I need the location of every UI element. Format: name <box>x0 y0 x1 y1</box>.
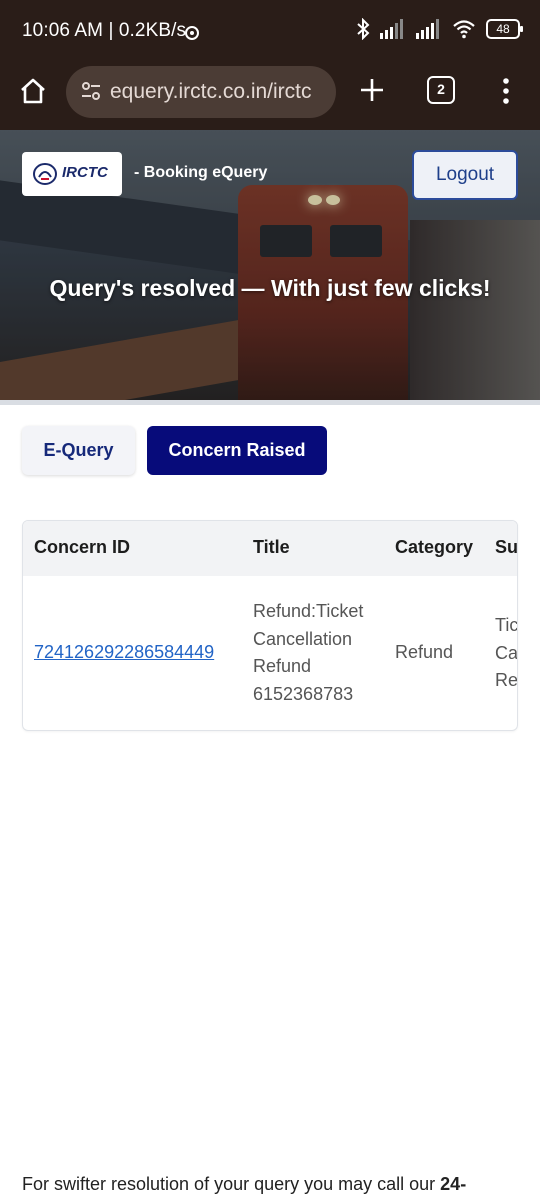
footer-text: For swifter resolution of your query you… <box>22 1174 441 1194</box>
subcategory-line: Ca <box>495 642 518 663</box>
hero-banner: IRCTC - Booking eQuery Logout Query's re… <box>0 130 540 400</box>
wifi-icon <box>453 20 475 39</box>
title-line: Refund <box>253 656 312 676</box>
battery-icon: 48 <box>486 19 523 39</box>
concern-table: Concern ID Title Category Su 72412629228… <box>22 520 518 731</box>
hero-tagline: Query's resolved — With just few clicks! <box>49 275 491 301</box>
home-icon[interactable] <box>18 76 48 106</box>
column-header-category: Category <box>395 537 474 557</box>
status-bar: 10:06 AM | 0.2KB/s 48 <box>0 0 540 64</box>
logout-button[interactable]: Logout <box>412 150 518 200</box>
address-bar[interactable]: equery.irctc.co.in/irctc <box>66 66 336 118</box>
title-cell: Refund:Ticket Cancellation Refund 615236… <box>253 598 363 708</box>
subcategory-cell: Tic Ca Re <box>495 612 518 695</box>
logo-text: IRCTC <box>62 164 108 181</box>
chat-notification-icon <box>185 26 199 40</box>
title-line: Cancellation <box>253 628 353 649</box>
footer-bold-text: 24- <box>440 1174 467 1194</box>
table-header: Concern ID Title Category Su <box>23 521 518 576</box>
signal-icon <box>380 19 403 39</box>
status-icons: 48 <box>356 18 523 40</box>
browser-toolbar: equery.irctc.co.in/irctc 2 <box>0 64 540 130</box>
column-header-title: Title <box>253 537 290 557</box>
irctc-logo-icon <box>33 163 57 185</box>
tab-concern-raised[interactable]: Concern Raised <box>147 426 327 475</box>
column-header-subcategory: Su <box>495 537 518 557</box>
concern-id-link[interactable]: 724126292286584449 <box>34 639 214 667</box>
bluetooth-icon <box>357 18 370 40</box>
irctc-logo[interactable]: IRCTC <box>22 152 122 196</box>
divider <box>0 400 540 405</box>
site-settings-icon[interactable] <box>80 80 102 102</box>
plus-icon[interactable] <box>358 76 386 104</box>
footer-helpline-text: For swifter resolution of your query you… <box>22 1174 466 1195</box>
title-line: 6152368783 <box>253 683 354 704</box>
more-vert-icon[interactable] <box>496 76 516 106</box>
tab-e-query[interactable]: E-Query <box>22 426 135 475</box>
column-header-concern-id: Concern ID <box>34 537 131 557</box>
page-subtitle: - Booking eQuery <box>134 164 268 181</box>
subcategory-line: Re <box>495 670 518 690</box>
tabs-icon[interactable]: 2 <box>427 76 455 104</box>
subcategory-line: Tic <box>495 615 518 635</box>
url-text[interactable]: equery.irctc.co.in/irctc <box>110 80 328 104</box>
title-line: Refund:Ticket <box>253 601 364 621</box>
category-cell: Refund <box>395 642 454 662</box>
status-time: 10:06 AM | 0.2KB/s <box>22 20 187 41</box>
signal-icon <box>416 19 439 39</box>
